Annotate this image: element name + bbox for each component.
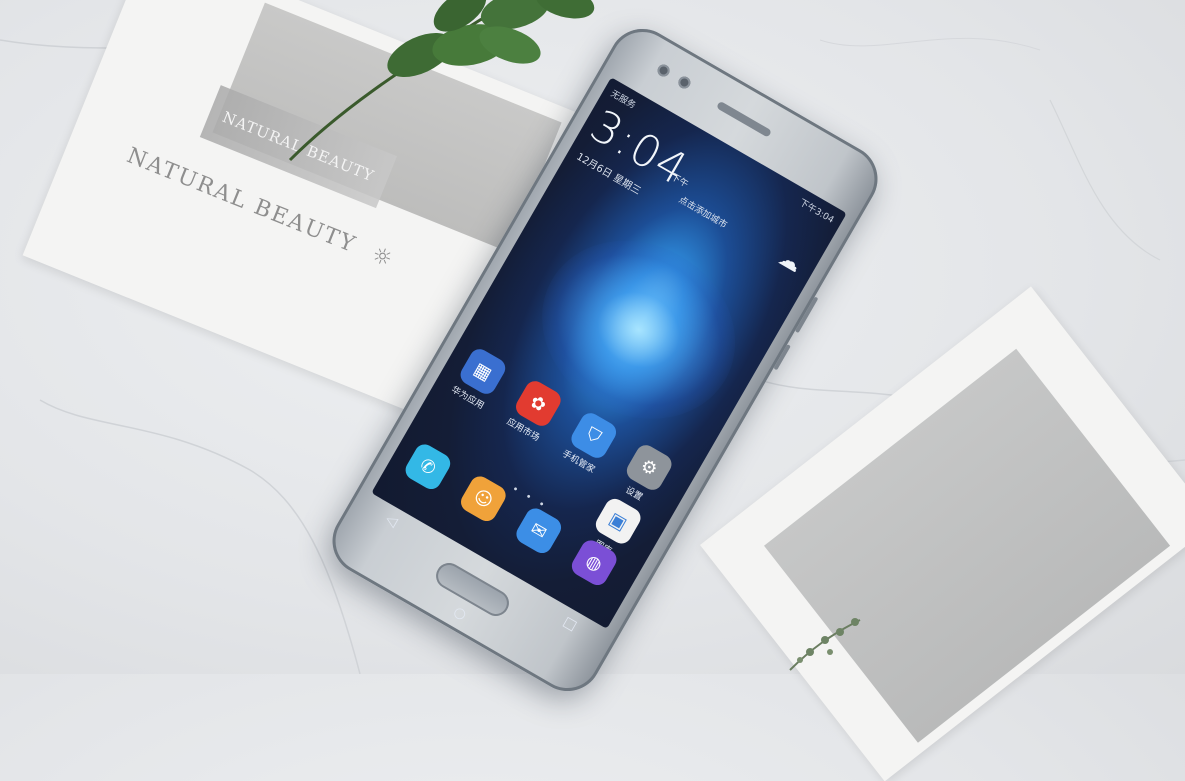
sun-icon: ☼ [368,242,398,274]
app-contacts[interactable]: ☺ [450,468,517,529]
front-camera-icon [676,74,693,91]
power-button [773,344,791,371]
home-fingerprint-button[interactable] [431,558,514,621]
home-icon[interactable]: ○ [451,603,470,623]
front-camera-icon [655,62,672,79]
plant-sprig [789,618,861,671]
app-phone[interactable]: ✆ [394,436,461,497]
message-icon: ✉ [512,504,565,557]
earpiece [716,100,772,138]
volume-button [794,296,819,334]
back-icon[interactable]: ◁ [383,511,400,530]
phone-icon: ✆ [401,440,454,493]
weather-city[interactable]: 点击添加城市 [677,193,730,231]
cloud-sun-icon[interactable]: ☁ [774,245,806,278]
recents-icon[interactable]: □ [560,614,579,634]
postcard-bottom-photo [764,348,1171,743]
contacts-icon: ☺ [457,472,510,525]
app-messages[interactable]: ✉ [505,500,572,561]
status-time: 下午3:04 [797,197,836,226]
